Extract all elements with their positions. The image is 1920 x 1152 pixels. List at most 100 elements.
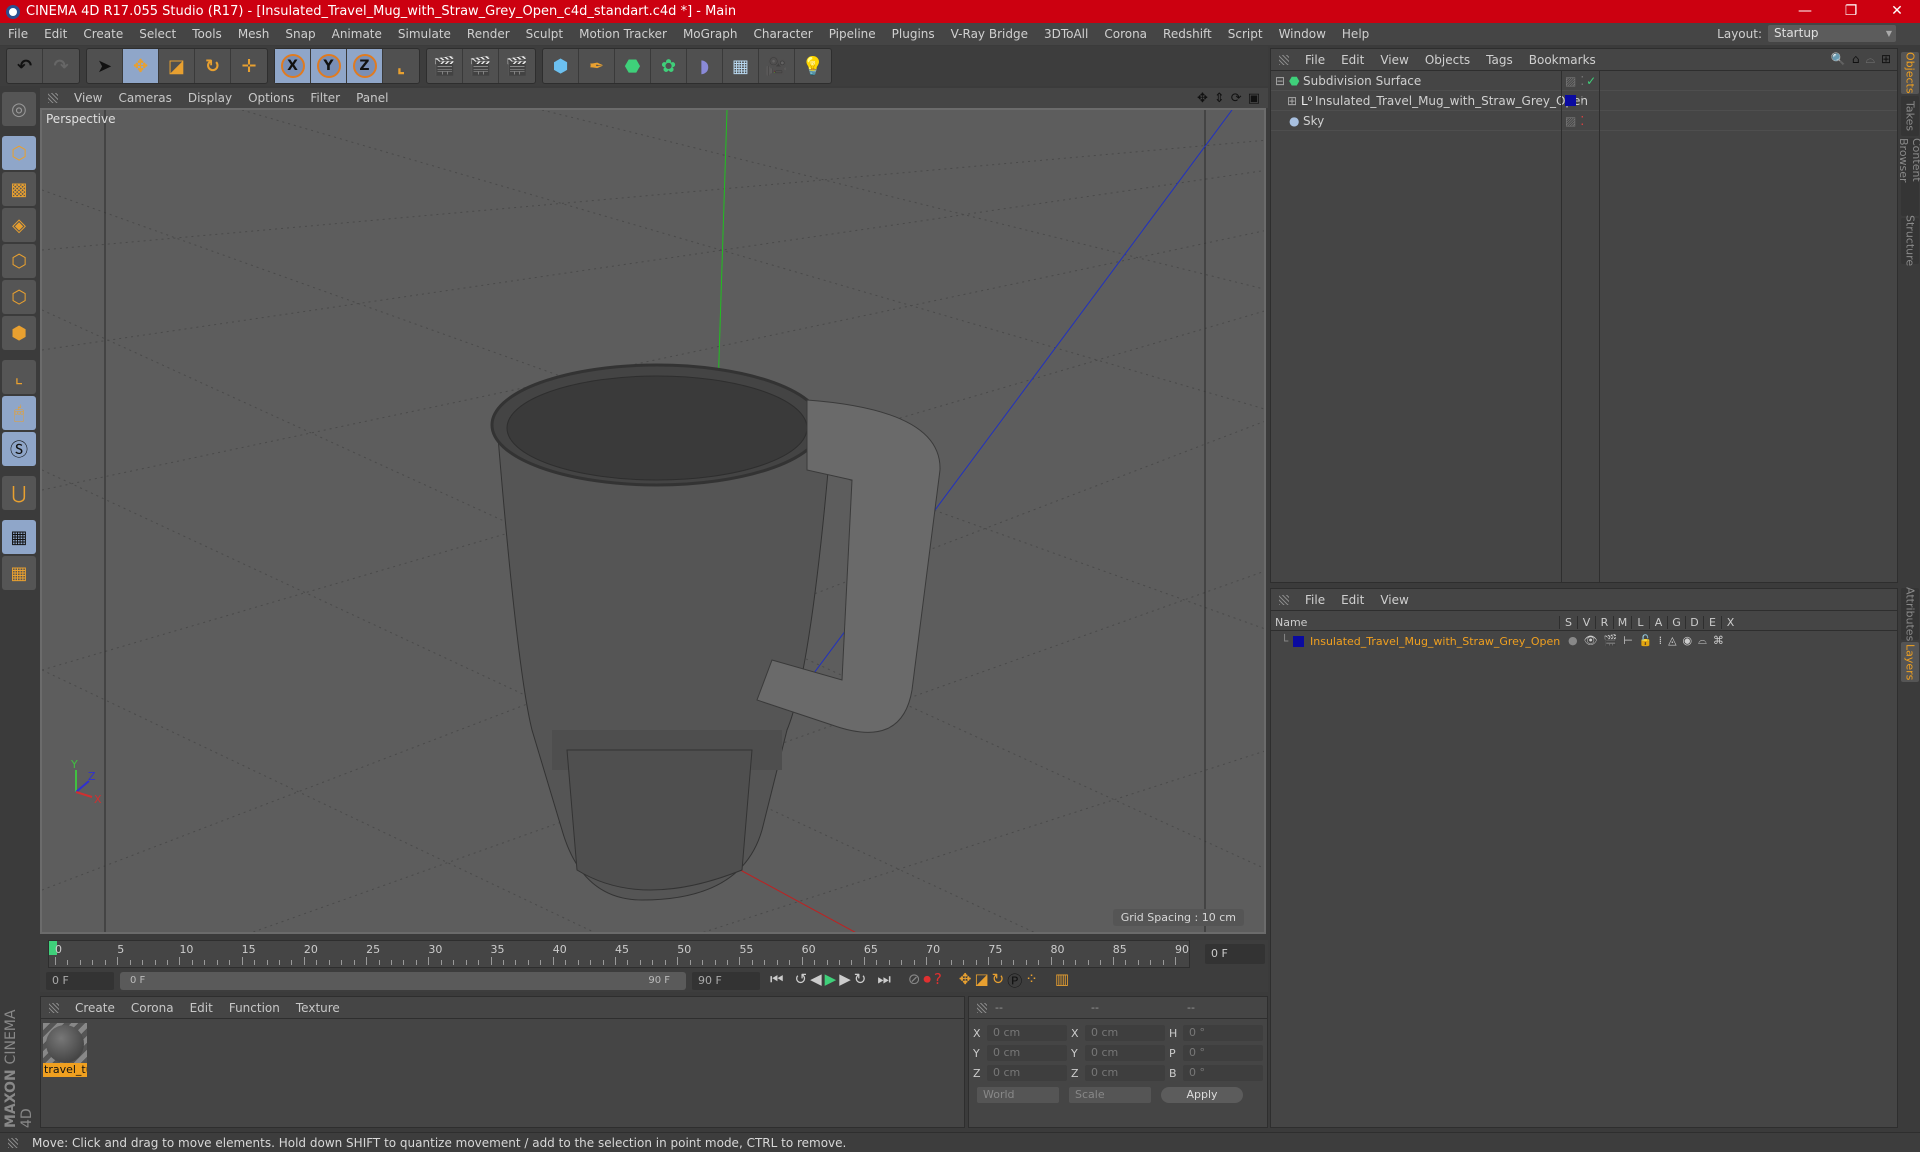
select-tool-button[interactable]: ➤ <box>87 49 123 83</box>
material-swatch[interactable]: travel_tu <box>43 1023 87 1077</box>
array-button[interactable]: ✿ <box>651 49 687 83</box>
viewport-perspective[interactable]: Y Z X Perspective Grid Spacing : 10 cm <box>40 108 1266 934</box>
scale-tool-button[interactable]: ◪ <box>159 49 195 83</box>
polygons-mode-button[interactable]: ⬢ <box>2 316 36 350</box>
object-menu-tags[interactable]: Tags <box>1478 53 1521 67</box>
rotate-view-icon[interactable]: ⟳ <box>1231 91 1242 106</box>
menu-pipeline[interactable]: Pipeline <box>821 23 884 45</box>
go-to-start-icon[interactable]: ⏮ <box>770 970 784 991</box>
range-slider[interactable]: 0 F 90 F <box>120 972 686 990</box>
record-disabled-icon[interactable]: ⊘ <box>908 970 921 991</box>
coordinate-field[interactable]: 0 ° <box>1183 1065 1263 1081</box>
render-settings-button[interactable]: 🎬 <box>499 49 535 83</box>
layer-column-header[interactable]: V <box>1577 616 1595 629</box>
keyframe-help-icon[interactable]: ? <box>934 970 942 991</box>
layer-column-header[interactable]: L <box>1631 616 1649 629</box>
coordinate-field[interactable]: 0 cm <box>1085 1065 1165 1081</box>
object-menu-objects[interactable]: Objects <box>1417 53 1478 67</box>
edges-mode-button[interactable]: ⬡ <box>2 280 36 314</box>
mug-model[interactable] <box>490 363 941 901</box>
render-picture-viewer-button[interactable]: 🎬 <box>463 49 499 83</box>
move-tool-button[interactable]: ✥ <box>123 49 159 83</box>
cube-button[interactable]: ⬢ <box>543 49 579 83</box>
next-key-icon[interactable]: ↻ <box>854 970 867 991</box>
menu-tools[interactable]: Tools <box>184 23 230 45</box>
layer-column-header[interactable]: R <box>1595 616 1613 629</box>
lock-toggle-icon[interactable]: 🔓 <box>1639 634 1653 648</box>
camera-button[interactable]: 🎥 <box>759 49 795 83</box>
tab-takes[interactable]: Takes <box>1901 96 1919 136</box>
layer-menu-edit[interactable]: Edit <box>1333 593 1372 607</box>
deformer-button[interactable]: ◗ <box>687 49 723 83</box>
solo-mode-button[interactable]: Ⓢ <box>2 432 36 466</box>
layer-column-header[interactable]: X <box>1721 616 1739 629</box>
play-icon[interactable]: ▶ <box>825 970 837 991</box>
material-menu-corona[interactable]: Corona <box>123 1001 182 1015</box>
menu-edit[interactable]: Edit <box>36 23 75 45</box>
dolly-view-icon[interactable]: ⇕ <box>1214 91 1225 106</box>
menu-plugins[interactable]: Plugins <box>884 23 943 45</box>
object-menu-edit[interactable]: Edit <box>1333 53 1372 67</box>
menu-script[interactable]: Script <box>1220 23 1271 45</box>
tab-content-browser[interactable]: Content Browser <box>1897 138 1920 216</box>
menu-file[interactable]: File <box>0 23 36 45</box>
close-button[interactable]: ✕ <box>1874 0 1920 23</box>
z-axis-button[interactable]: Z <box>347 49 383 83</box>
panel-grip-icon[interactable] <box>977 1002 987 1013</box>
layer-tag-icon[interactable]: ▨ <box>1565 74 1576 88</box>
viewport-menu-display[interactable]: Display <box>180 91 240 105</box>
material-menu-function[interactable]: Function <box>221 1001 288 1015</box>
layer-column-header[interactable]: E <box>1703 616 1721 629</box>
coordinate-field[interactable]: 0 cm <box>1085 1045 1165 1061</box>
render-toggle-icon[interactable]: 🎬 <box>1604 634 1618 648</box>
key-position-icon[interactable]: ✥ <box>959 970 972 991</box>
expand-icon[interactable]: ⊞ <box>1287 94 1301 108</box>
layer-tag-icon[interactable]: ▨ <box>1565 114 1576 128</box>
render-view-button[interactable]: 🎬 <box>427 49 463 83</box>
search-icon[interactable]: 🔍 <box>1831 52 1846 67</box>
menu-help[interactable]: Help <box>1334 23 1377 45</box>
menu-redshift[interactable]: Redshift <box>1155 23 1220 45</box>
viewport-menu-view[interactable]: View <box>66 91 110 105</box>
previous-key-icon[interactable]: ↺ <box>795 970 808 991</box>
object-menu-view[interactable]: View <box>1372 53 1416 67</box>
tab-structure[interactable]: Structure <box>1901 215 1919 267</box>
layer-column-header[interactable]: A <box>1649 616 1667 629</box>
axis-mode-button[interactable]: ⌞ <box>2 360 36 394</box>
timeline-window-icon[interactable]: ▥ <box>1055 970 1069 991</box>
panel-grip-icon[interactable] <box>49 1002 59 1013</box>
start-frame-field[interactable]: 0 F <box>46 972 114 990</box>
panel-grip-icon[interactable] <box>1279 594 1289 605</box>
new-window-icon[interactable]: ⊞ <box>1881 52 1891 67</box>
menu-character[interactable]: Character <box>745 23 820 45</box>
toggle-layout-icon[interactable]: ▣ <box>1248 91 1260 106</box>
object-menu-bookmarks[interactable]: Bookmarks <box>1521 53 1604 67</box>
coordinate-field[interactable]: 0 cm <box>987 1025 1067 1041</box>
tab-attributes[interactable]: Attributes <box>1901 587 1919 641</box>
tab-objects[interactable]: Objects <box>1901 52 1919 94</box>
rotate-tool-button[interactable]: ↻ <box>195 49 231 83</box>
workplane-sync-button[interactable]: ▦ <box>2 556 36 590</box>
menu-sculpt[interactable]: Sculpt <box>518 23 571 45</box>
pen-button[interactable]: ✒ <box>579 49 615 83</box>
layer-column-header[interactable]: D <box>1685 616 1703 629</box>
xref-toggle-icon[interactable]: ⌘ <box>1713 634 1724 648</box>
layer-column-header[interactable]: G <box>1667 616 1685 629</box>
generators-toggle-icon[interactable]: ◬ <box>1668 634 1676 648</box>
material-menu-texture[interactable]: Texture <box>288 1001 348 1015</box>
coordinate-type-select[interactable]: Scale <box>1069 1087 1151 1103</box>
next-frame-icon[interactable]: ▶ <box>839 970 851 991</box>
menu-animate[interactable]: Animate <box>324 23 390 45</box>
menu-window[interactable]: Window <box>1271 23 1334 45</box>
layer-column-header[interactable]: Name <box>1271 616 1559 629</box>
make-editable-button[interactable]: ◎ <box>2 92 36 126</box>
y-axis-button[interactable]: Y <box>311 49 347 83</box>
tweak-mode-button[interactable]: 🖱 <box>2 396 36 430</box>
end-frame-field[interactable]: 90 F <box>692 972 760 990</box>
eye-icon[interactable]: ⌓ <box>1865 52 1875 67</box>
previous-frame-icon[interactable]: ◀ <box>810 970 822 991</box>
viewport-menu-options[interactable]: Options <box>240 91 302 105</box>
menu-simulate[interactable]: Simulate <box>390 23 459 45</box>
subdivision-button[interactable]: ⬣ <box>615 49 651 83</box>
recent-tool-button[interactable]: ✛ <box>231 49 267 83</box>
